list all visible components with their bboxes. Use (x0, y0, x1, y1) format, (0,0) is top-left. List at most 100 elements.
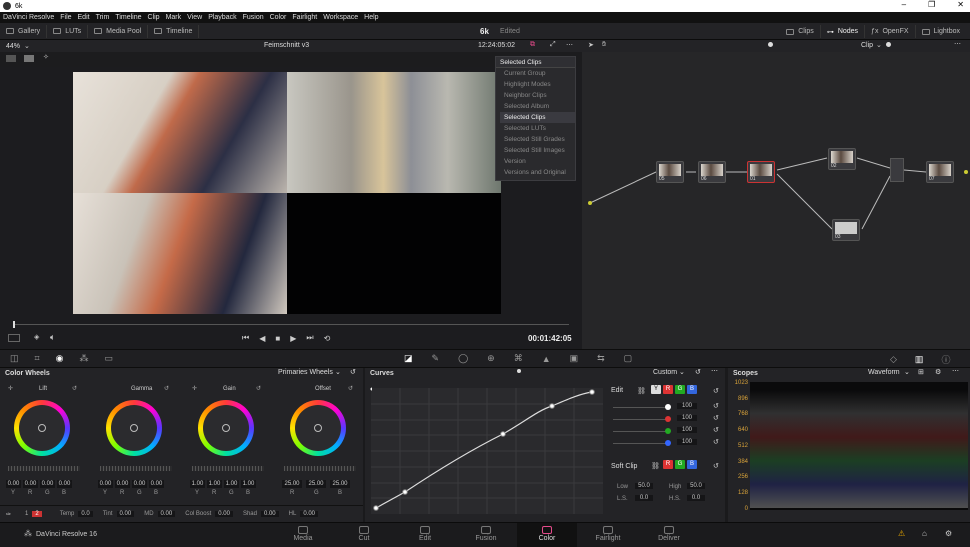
window-icon[interactable]: ◯ (458, 353, 468, 364)
scope-type-select[interactable]: Waveform (868, 369, 900, 376)
master-wheel-slider[interactable] (192, 466, 264, 471)
wheel-value[interactable]: 0.00 (40, 480, 55, 488)
page-tab-edit[interactable]: Edit (395, 523, 455, 547)
motion-effects-icon[interactable]: ▭ (104, 353, 113, 364)
edit-slider[interactable] (613, 443, 669, 444)
wheel-value[interactable]: 0.00 (132, 480, 147, 488)
reset-icon[interactable]: ↺ (350, 368, 356, 376)
dropdown-option[interactable]: Selected Still Images (500, 145, 575, 156)
page-1-button[interactable]: 1 (25, 511, 28, 517)
rgb-mixer-icon[interactable]: ⁂ (79, 353, 88, 364)
menu-item[interactable]: Fairlight (292, 14, 317, 21)
menu-item[interactable]: Clip (148, 14, 160, 21)
info-icon[interactable]: ⓘ (941, 353, 950, 366)
dropdown-selected[interactable]: Selected Clips (496, 57, 575, 68)
wheel-value[interactable]: 0.00 (115, 480, 130, 488)
more-options-icon[interactable]: ⋯ (566, 41, 573, 49)
master-wheel-slider[interactable] (284, 466, 356, 471)
layers-icon[interactable]: ◈ (34, 333, 39, 341)
settings-icon[interactable]: ⚙︎ (945, 529, 952, 538)
wheel-value[interactable]: 1.00 (207, 480, 222, 488)
lightbox-button[interactable]: Lightbox (916, 25, 966, 38)
more-options-icon[interactable]: ⋯ (711, 367, 718, 375)
wheel-value[interactable]: 0.00 (98, 480, 113, 488)
reset-icon[interactable]: ↺ (164, 385, 169, 392)
edit-value[interactable]: 100 (677, 427, 697, 433)
spline-icon[interactable]: ◖ (369, 386, 373, 393)
reset-icon[interactable]: ↺ (713, 438, 719, 446)
reset-icon[interactable]: ↺ (72, 385, 77, 392)
camera-raw-icon[interactable]: ◫ (10, 353, 19, 364)
split-frame-1[interactable] (73, 72, 287, 193)
node-03[interactable]: 03 (832, 219, 860, 241)
play-icon[interactable]: ▶ (290, 334, 296, 343)
edit-value[interactable]: 100 (677, 403, 697, 409)
channel-toggle-g[interactable]: G (675, 385, 685, 394)
jump-end-icon[interactable]: ⏭ (306, 333, 313, 343)
qualifier-icon[interactable]: ✎ (432, 353, 440, 364)
warning-icon[interactable]: ⚠ (898, 529, 905, 538)
scope-settings-icon[interactable]: ⚙︎ (935, 368, 941, 376)
crosshair-icon[interactable]: ✛ (8, 385, 13, 392)
menu-item[interactable]: Help (364, 14, 378, 21)
node-01[interactable]: 01 (747, 161, 775, 183)
color-wheel-offset[interactable] (290, 400, 346, 456)
timeline-name[interactable]: Feimschnitt v3 (264, 42, 309, 49)
reset-icon[interactable]: ↺ (348, 385, 353, 392)
nodes-button[interactable]: ⊶ Nodes (821, 25, 866, 38)
reset-icon[interactable]: ↺ (713, 387, 719, 395)
edit-slider[interactable] (613, 431, 669, 432)
md-value[interactable]: 0.00 (157, 511, 176, 517)
gallery-compare-icon[interactable]: ⧉ (530, 41, 535, 49)
dropdown-option[interactable]: Current Group (500, 68, 575, 79)
loop-icon[interactable]: ⟲ (324, 334, 331, 343)
color-wheel-gamma[interactable] (106, 400, 162, 456)
split-frame-3[interactable] (73, 193, 287, 314)
crosshair-icon[interactable]: ✛ (192, 385, 197, 392)
viewer-mode-icon[interactable] (8, 334, 20, 342)
hs-value[interactable]: 0.0 (687, 495, 705, 501)
node-07[interactable]: 07 (926, 161, 954, 183)
reset-icon[interactable]: ↺ (713, 414, 719, 422)
wheel-value[interactable]: 1.00 (190, 480, 205, 488)
gallery-button[interactable]: Gallery (0, 24, 48, 38)
wheels-mode-select[interactable]: Primaries Wheels (278, 369, 333, 376)
edit-value[interactable]: 100 (677, 439, 697, 445)
menu-item[interactable]: DaVinci Resolve (3, 14, 54, 21)
shad-value[interactable]: 0.00 (260, 511, 279, 517)
layer-mixer-node[interactable] (890, 158, 904, 182)
timeline-button[interactable]: Timeline (148, 24, 200, 38)
tint-value[interactable]: 0.00 (116, 511, 135, 517)
reset-icon[interactable]: ↺ (713, 426, 719, 434)
edit-slider[interactable] (613, 407, 669, 408)
node-05[interactable]: 05 (656, 161, 684, 183)
dropdown-option[interactable]: Selected Clips (500, 112, 575, 123)
reset-icon[interactable]: ↺ (256, 385, 261, 392)
color-wheel-lift[interactable] (14, 400, 70, 456)
master-wheel-slider[interactable] (8, 466, 80, 471)
dropdown-option[interactable]: Selected Still Grades (500, 134, 575, 145)
luts-button[interactable]: LUTs (47, 24, 89, 38)
col-boost-value[interactable]: 0.00 (215, 511, 233, 517)
curves-mode-select[interactable]: Custom (653, 369, 677, 376)
split-frame-2[interactable] (287, 72, 501, 193)
key-icon[interactable]: ▣ (570, 353, 579, 364)
fullscreen-icon[interactable]: ⤢ (550, 41, 556, 49)
scopes-icon[interactable]: ▥ (915, 354, 924, 365)
reverse-icon[interactable]: ◀ (259, 334, 265, 343)
wheel-value[interactable]: 25.00 (282, 480, 302, 488)
channel-toggle-b[interactable]: B (687, 385, 697, 394)
media-pool-button[interactable]: Media Pool (88, 24, 149, 38)
wheel-value[interactable]: 25.00 (330, 480, 350, 488)
wheel-value[interactable]: 0.00 (149, 480, 164, 488)
node-editor[interactable]: ➤ ✋︎ Clip ⌄ ⋯ 05 06 01 02 03 07 (582, 40, 970, 349)
page-tab-cut[interactable]: Cut (334, 523, 394, 547)
sizing-icon[interactable]: ⇆ (597, 353, 605, 364)
openfx-button[interactable]: ƒx OpenFX (865, 25, 916, 38)
scope-grid-icon[interactable]: ⊞ (918, 368, 924, 376)
menu-item[interactable]: Edit (78, 14, 90, 21)
channel-toggle-y[interactable]: Y (651, 385, 661, 394)
single-view-icon[interactable] (6, 55, 16, 62)
page-tab-deliver[interactable]: Deliver (639, 523, 699, 547)
wand-icon[interactable]: ✧ (43, 53, 49, 61)
